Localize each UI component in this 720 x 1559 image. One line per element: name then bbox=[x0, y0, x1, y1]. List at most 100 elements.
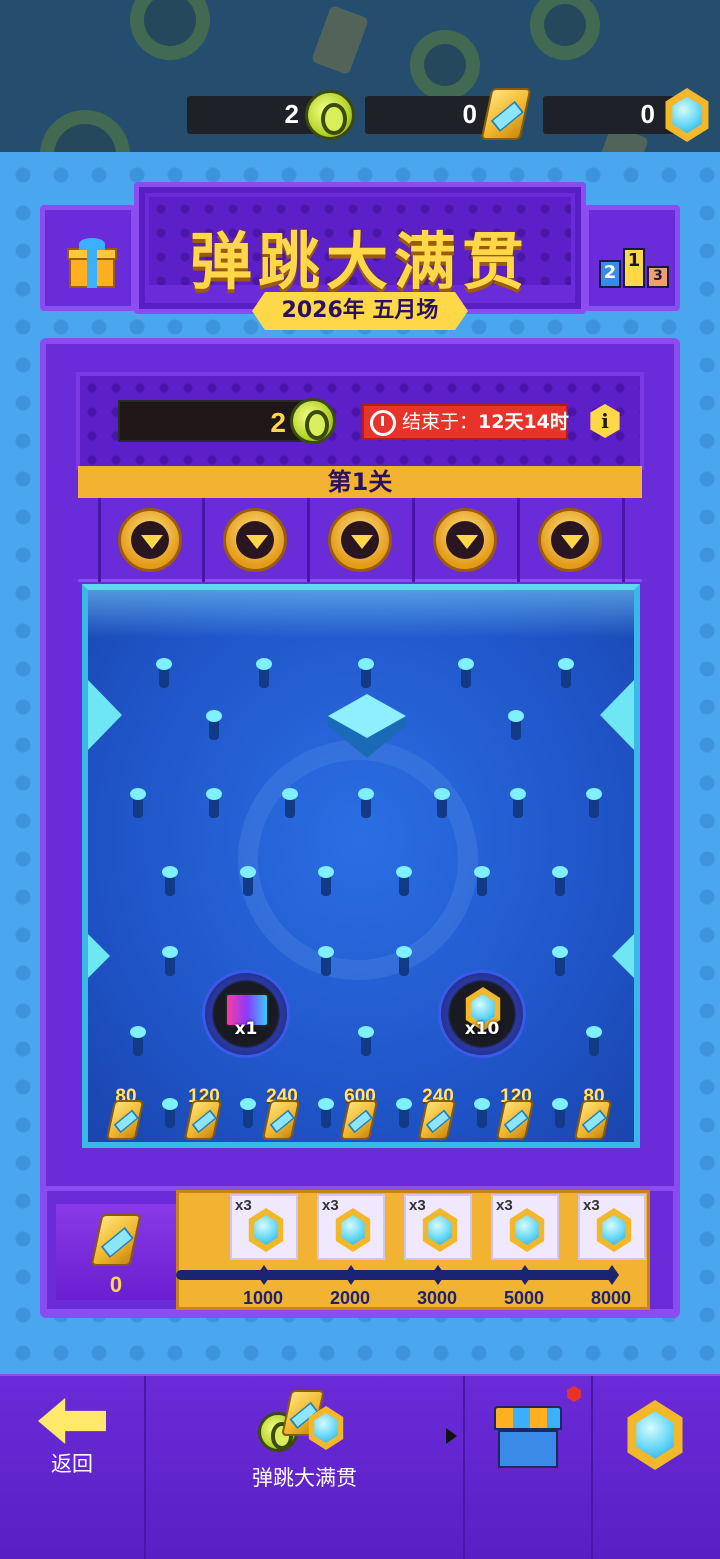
peg bbox=[358, 658, 374, 688]
top-bar: 2 0 0 bbox=[0, 0, 720, 152]
gem-count: 0 bbox=[640, 99, 655, 129]
peg bbox=[458, 658, 474, 688]
drop-button[interactable] bbox=[223, 508, 287, 572]
bottom-nav: 返回 弹跳大满贯 bbox=[0, 1374, 720, 1559]
milestone-label: 2000 bbox=[329, 1288, 371, 1308]
background-coin-icon bbox=[130, 0, 210, 60]
back-arrow-icon bbox=[38, 1398, 106, 1444]
coin-icon bbox=[290, 398, 336, 444]
peg bbox=[256, 658, 272, 688]
gem-icon bbox=[627, 1400, 683, 1470]
chute-divider bbox=[98, 498, 101, 582]
milestone-label: 8000 bbox=[590, 1288, 632, 1308]
podium-second: 2 bbox=[599, 260, 621, 288]
peg bbox=[206, 710, 222, 740]
peg bbox=[586, 1026, 602, 1056]
drop-button[interactable] bbox=[433, 508, 497, 572]
peg bbox=[552, 946, 568, 976]
prize-hole-gem: x10 bbox=[438, 970, 526, 1058]
peg bbox=[240, 866, 256, 896]
peg-board: x1 x10 bbox=[82, 584, 640, 1148]
caret-right-icon bbox=[446, 1428, 457, 1444]
drop-button[interactable] bbox=[328, 508, 392, 572]
chute-divider bbox=[202, 498, 205, 582]
gem-icon bbox=[335, 1208, 371, 1252]
leaderboard-button[interactable]: 2 1 3 bbox=[584, 205, 680, 311]
score-value: 2 bbox=[270, 407, 286, 438]
podium-third: 3 bbox=[647, 266, 669, 288]
board-lights bbox=[88, 590, 634, 638]
ticket-total: 0 bbox=[56, 1204, 176, 1300]
shop-button[interactable] bbox=[465, 1376, 591, 1559]
peg bbox=[474, 866, 490, 896]
shop-icon bbox=[494, 1406, 562, 1470]
milestone-label: 3000 bbox=[416, 1288, 458, 1308]
peg bbox=[558, 658, 574, 688]
nav-tab-label: 弹跳大满贯 bbox=[252, 1466, 357, 1490]
background-coin-icon bbox=[530, 0, 600, 60]
event-season: 2026年 五月场 bbox=[252, 292, 468, 330]
reward-qty: x3 bbox=[583, 1197, 600, 1214]
coin-count: 2 bbox=[284, 99, 299, 129]
board-ring-decoration bbox=[238, 740, 478, 980]
ticket-count: 0 bbox=[462, 99, 477, 129]
chute-divider bbox=[622, 498, 625, 582]
background-ticket-icon bbox=[310, 4, 370, 76]
event-title: 弹跳大满贯 bbox=[189, 225, 530, 298]
ticket-total-value: 0 bbox=[109, 1272, 123, 1297]
milestone-reward[interactable]: x3 bbox=[404, 1194, 472, 1260]
back-button[interactable]: 返回 bbox=[0, 1376, 144, 1559]
milestone-reward[interactable]: x3 bbox=[578, 1194, 646, 1260]
left-bumper bbox=[88, 680, 122, 750]
timer-value: 12天14时 bbox=[478, 411, 569, 433]
milestone-label: 1000 bbox=[242, 1288, 284, 1308]
peg bbox=[318, 946, 334, 976]
gift-button[interactable] bbox=[40, 205, 136, 311]
milestone-reward[interactable]: x3 bbox=[230, 1194, 298, 1260]
peg bbox=[552, 866, 568, 896]
ticket-icon bbox=[90, 1214, 142, 1266]
score-display: 2 bbox=[118, 400, 318, 442]
left-bumper bbox=[88, 934, 110, 978]
back-label: 返回 bbox=[51, 1452, 93, 1476]
peg bbox=[396, 866, 412, 896]
prize-label: x1 bbox=[234, 1019, 258, 1039]
reward-qty: x3 bbox=[235, 1197, 252, 1214]
right-bumper bbox=[600, 680, 634, 750]
peg bbox=[358, 788, 374, 818]
clock-icon bbox=[370, 410, 396, 436]
chute-divider bbox=[412, 498, 415, 582]
peg bbox=[282, 788, 298, 818]
milestone-label: 5000 bbox=[503, 1288, 545, 1308]
peg bbox=[318, 866, 334, 896]
peg bbox=[130, 788, 146, 818]
podium-icon: 2 1 3 bbox=[599, 244, 673, 288]
gem-store-button[interactable] bbox=[593, 1376, 720, 1559]
right-bumper bbox=[612, 934, 634, 978]
background-coin-icon bbox=[40, 110, 130, 152]
prize-label: x10 bbox=[464, 1019, 500, 1039]
gem-icon bbox=[422, 1208, 458, 1252]
milestone-reward[interactable]: x3 bbox=[491, 1194, 559, 1260]
peg bbox=[206, 788, 222, 818]
peg bbox=[162, 946, 178, 976]
milestone-reward[interactable]: x3 bbox=[317, 1194, 385, 1260]
coin-icon bbox=[305, 90, 355, 140]
peg bbox=[396, 946, 412, 976]
nav-tab-bounce-slam[interactable]: 弹跳大满贯 bbox=[146, 1376, 463, 1559]
level-label: 第1关 bbox=[78, 466, 642, 498]
drop-button[interactable] bbox=[538, 508, 602, 572]
background-coin-icon bbox=[410, 30, 480, 100]
podium-first: 1 bbox=[623, 248, 645, 288]
reward-qty: x3 bbox=[409, 1197, 426, 1214]
milestone-progress-bar bbox=[176, 1270, 616, 1280]
peg bbox=[508, 710, 524, 740]
timer-prefix: 结束于： bbox=[402, 411, 479, 433]
peg bbox=[510, 788, 526, 818]
drop-button[interactable] bbox=[118, 508, 182, 572]
peg bbox=[586, 788, 602, 818]
reward-qty: x3 bbox=[496, 1197, 513, 1214]
drop-chutes bbox=[78, 498, 642, 582]
peg bbox=[130, 1026, 146, 1056]
gem-icon bbox=[596, 1208, 632, 1252]
